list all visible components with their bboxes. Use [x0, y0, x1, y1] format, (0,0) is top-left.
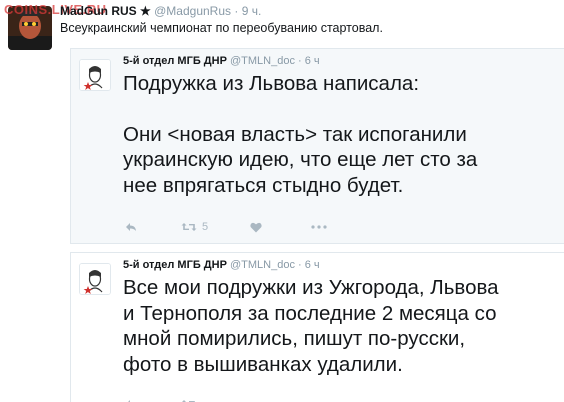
tweet-text-line: фото в вышиванках удалили.	[123, 352, 403, 376]
like-button[interactable]	[250, 222, 262, 233]
user-handle[interactable]: @TMLN_doc	[230, 55, 295, 67]
reply-icon	[126, 223, 136, 231]
tweet-time[interactable]: 6 ч	[305, 259, 320, 271]
user-name[interactable]: 5-й отдел МГБ ДНР	[123, 55, 227, 67]
avatar[interactable]	[79, 263, 111, 295]
tweet-text-line: Подружка из Львова написала:	[123, 72, 420, 95]
user-handle[interactable]: @MadgunRus	[154, 4, 231, 18]
tweet-text: Подружка из Львова написала: Они <новая …	[123, 71, 563, 198]
user-name[interactable]: MadGun RUS	[60, 4, 137, 18]
user-name-suffix: ★	[140, 4, 151, 18]
tweet-time[interactable]: 6 ч	[305, 55, 320, 67]
tweet-text-line: мной помирились, пишут по-русски,	[123, 327, 466, 350]
tweet-text: Все мои подружки из Ужгорода, Львова и Т…	[123, 275, 563, 377]
retweet-icon	[181, 223, 197, 231]
tweet-text-line: и Тернополя за последние 2 месяца со	[123, 301, 497, 325]
tweet-text-line: украинскую идею, что еще лет сто за	[123, 148, 478, 171]
tweet-text-line: Все мои подружки из Ужгорода, Львова	[123, 276, 499, 299]
tweet-text-line: Они <новая власть> так испоганили	[123, 122, 467, 146]
avatar[interactable]	[79, 59, 111, 91]
tweet-time[interactable]: 9 ч.	[242, 4, 262, 18]
tweet-text-line: нее впрягаться стыдно будет.	[123, 173, 404, 197]
separator-dot: ·	[234, 4, 239, 18]
retweet-button[interactable]: 5	[181, 221, 208, 233]
separator-dot: ·	[298, 259, 302, 271]
tweet-actions: 5	[123, 221, 327, 233]
tweet-text: Всеукраинский чемпионат по переобуванию …	[60, 21, 383, 35]
user-name[interactable]: 5-й отдел МГБ ДНР	[123, 259, 227, 271]
reply-button[interactable]	[125, 222, 137, 232]
separator-dot: ·	[298, 55, 302, 67]
tweet-header: MadGun RUS ★ @MadgunRus · 9 ч.	[60, 4, 261, 18]
retweet-count: 5	[202, 221, 209, 233]
quoted-tweet[interactable]: 5-й отдел МГБ ДНР @TMLN_doc · 6 ч Все мо…	[70, 252, 564, 402]
more-icon	[311, 225, 327, 229]
tweet-header: 5-й отдел МГБ ДНР @TMLN_doc · 6 ч	[123, 259, 320, 271]
tweet-header: 5-й отдел МГБ ДНР @TMLN_doc · 6 ч	[123, 55, 320, 67]
more-button[interactable]	[311, 225, 327, 229]
like-icon	[250, 222, 262, 232]
user-handle[interactable]: @TMLN_doc	[230, 259, 295, 271]
quoted-tweet[interactable]: 5-й отдел МГБ ДНР @TMLN_doc · 6 ч Подруж…	[70, 48, 564, 244]
